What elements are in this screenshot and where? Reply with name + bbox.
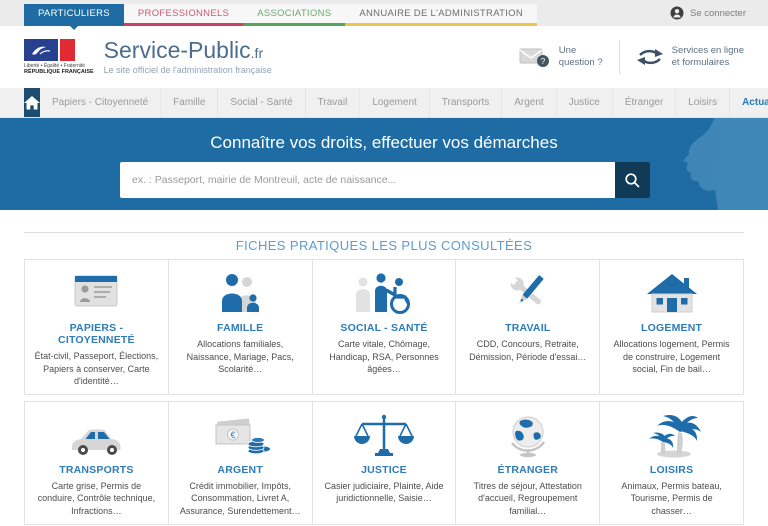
home-icon	[24, 96, 40, 110]
globe-icon	[492, 412, 564, 458]
nav-transports[interactable]: Transports	[430, 88, 502, 117]
nav-logement[interactable]: Logement	[360, 88, 429, 117]
card-desc: Titres de séjour, Attestation d'accueil,…	[462, 480, 593, 518]
scales-icon	[348, 412, 420, 458]
card-desc: CDD, Concours, Retraite, Démission, Péri…	[462, 338, 593, 363]
card-desc: Animaux, Permis bateau, Tourisme, Permis…	[606, 480, 737, 518]
tab-associations[interactable]: ASSOCIATIONS	[243, 4, 345, 26]
search-button[interactable]	[615, 162, 650, 198]
site-identity[interactable]: Service-Public.fr Le site officiel de l'…	[104, 39, 272, 75]
card-desc: Allocations logement, Permis de construi…	[606, 338, 737, 376]
login-label: Se connecter	[690, 8, 746, 19]
nav-famille[interactable]: Famille	[161, 88, 218, 117]
nav-papiers-citoyennete[interactable]: Papiers - Citoyenneté	[40, 88, 161, 117]
hero-search-banner: Connaître vos droits, effectuer vos déma…	[0, 118, 768, 210]
main-nav: Papiers - Citoyenneté Famille Social - S…	[0, 88, 768, 118]
nav-justice[interactable]: Justice	[557, 88, 613, 117]
card-loisirs[interactable]: LOISIRS Animaux, Permis bateau, Tourisme…	[599, 401, 744, 525]
card-transports[interactable]: TRANSPORTS Carte grise, Permis de condui…	[24, 401, 169, 525]
svg-text:€: €	[231, 430, 236, 440]
magnifier-icon	[624, 172, 641, 189]
nav-actualites[interactable]: Actualités	[730, 88, 768, 117]
header-divider	[619, 40, 620, 74]
card-title: LOISIRS	[606, 464, 737, 476]
tab-professionnels[interactable]: PROFESSIONNELS	[124, 4, 243, 26]
nav-travail[interactable]: Travail	[306, 88, 361, 117]
hero-title: Connaître vos droits, effectuer vos déma…	[0, 118, 768, 153]
nav-argent[interactable]: Argent	[502, 88, 556, 117]
pen-wrench-icon	[492, 270, 564, 316]
card-desc: État-civil, Passeport, Élections, Papier…	[31, 350, 162, 388]
services-label: Services en ligne et formulaires	[672, 45, 744, 70]
services-en-ligne-link[interactable]: Services en ligne et formulaires	[636, 45, 744, 70]
card-desc: Allocations familiales, Naissance, Maria…	[175, 338, 306, 376]
logo-republic: RÉPUBLIQUE FRANÇAISE	[24, 69, 94, 75]
site-header: Liberté • Égalité • Fraternité RÉPUBLIQU…	[0, 26, 768, 88]
card-travail[interactable]: TRAVAIL CDD, Concours, Retraite, Démissi…	[455, 259, 600, 395]
republique-francaise-logo[interactable]: Liberté • Égalité • Fraternité RÉPUBLIQU…	[24, 39, 94, 75]
nav-social-sante[interactable]: Social - Santé	[218, 88, 305, 117]
french-flag-icon	[24, 39, 94, 61]
car-icon	[60, 412, 132, 458]
money-icon: €	[204, 412, 276, 458]
fiches-row-2: TRANSPORTS Carte grise, Permis de condui…	[24, 401, 744, 525]
card-desc: Carte vitale, Chômage, Handicap, RSA, Pe…	[319, 338, 450, 376]
card-desc: Carte grise, Permis de conduire, Contrôl…	[31, 480, 162, 518]
svg-text:?: ?	[541, 57, 546, 66]
card-argent[interactable]: € ARGENT Crédit immobilier, Impôts, Cons…	[168, 401, 313, 525]
site-tld: .fr	[251, 45, 263, 61]
house-icon	[636, 270, 708, 316]
audience-bar: PARTICULIERS PROFESSIONNELS ASSOCIATIONS…	[0, 0, 768, 26]
home-button[interactable]	[24, 88, 40, 117]
search-input[interactable]	[120, 162, 615, 198]
card-title: PAPIERS - CITOYENNETÉ	[31, 322, 162, 346]
site-tagline: Le site officiel de l'administration fra…	[104, 65, 272, 75]
palm-trees-icon	[636, 412, 708, 458]
card-title: JUSTICE	[319, 464, 450, 476]
card-desc: Crédit immobilier, Impôts, Consommation,…	[175, 480, 306, 518]
wheelchair-assist-icon	[348, 270, 420, 316]
login-button[interactable]: Se connecter	[670, 0, 746, 26]
card-title: LOGEMENT	[606, 322, 737, 334]
card-social-sante[interactable]: SOCIAL - SANTÉ Carte vitale, Chômage, Ha…	[312, 259, 457, 395]
id-card-icon	[60, 270, 132, 316]
nav-etranger[interactable]: Étranger	[613, 88, 676, 117]
card-title: FAMILLE	[175, 322, 306, 334]
nav-loisirs[interactable]: Loisirs	[676, 88, 730, 117]
question-label: Une question ?	[559, 45, 603, 70]
section-divider	[24, 232, 744, 233]
marianne-icon	[24, 39, 58, 61]
card-title: TRAVAIL	[462, 322, 593, 334]
exchange-arrows-icon	[636, 47, 664, 67]
card-title: TRANSPORTS	[31, 464, 162, 476]
card-famille[interactable]: FAMILLE Allocations familiales, Naissanc…	[168, 259, 313, 395]
card-justice[interactable]: JUSTICE Casier judiciaire, Plainte, Aide…	[312, 401, 457, 525]
user-icon	[670, 6, 684, 20]
audience-tabs: PARTICULIERS PROFESSIONNELS ASSOCIATIONS…	[24, 4, 537, 26]
fiches-section-title: FICHES PRATIQUES LES PLUS CONSULTÉES	[0, 238, 768, 253]
question-link[interactable]: ? Une question ?	[519, 45, 603, 70]
card-logement[interactable]: LOGEMENT Allocations logement, Permis de…	[599, 259, 744, 395]
envelope-question-icon: ?	[519, 46, 551, 68]
card-desc: Casier judiciaire, Plainte, Aide juridic…	[319, 480, 450, 505]
card-title: ÉTRANGER	[462, 464, 593, 476]
tab-annuaire-administration[interactable]: ANNUAIRE DE L'ADMINISTRATION	[345, 4, 537, 26]
search-bar	[120, 162, 650, 198]
family-icon	[204, 270, 276, 316]
tab-particuliers[interactable]: PARTICULIERS	[24, 4, 124, 26]
card-papiers-citoyennete[interactable]: PAPIERS - CITOYENNETÉ État-civil, Passep…	[24, 259, 169, 395]
card-etranger[interactable]: ÉTRANGER Titres de séjour, Attestation d…	[455, 401, 600, 525]
fiches-row-1: PAPIERS - CITOYENNETÉ État-civil, Passep…	[24, 259, 744, 395]
card-title: ARGENT	[175, 464, 306, 476]
card-title: SOCIAL - SANTÉ	[319, 322, 450, 334]
header-links: ? Une question ? Services en ligne et fo…	[519, 40, 744, 74]
site-title: Service-Public	[104, 37, 251, 63]
